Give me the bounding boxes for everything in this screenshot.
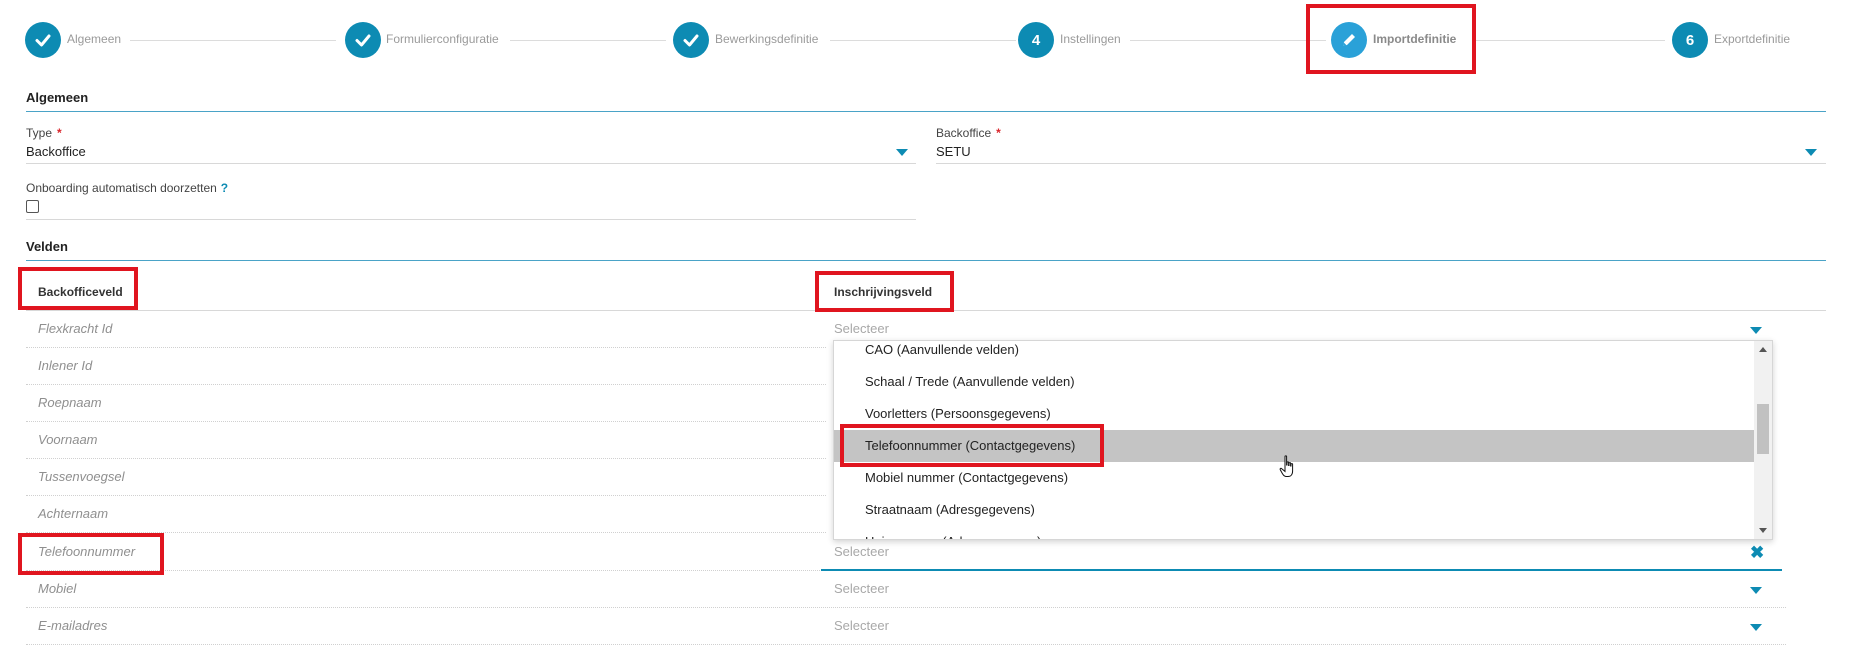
active-select-underline [821, 569, 1782, 571]
step-2-label[interactable]: Formulierconfiguratie [386, 32, 499, 46]
mapping-select-placeholder[interactable]: Selecteer [834, 581, 889, 596]
dropdown-scrollbar[interactable] [1754, 341, 1772, 539]
onboarding-underline [26, 219, 916, 220]
backoffice-select-value[interactable]: SETU [936, 144, 971, 159]
onboarding-checkbox[interactable] [26, 200, 39, 213]
row-divider [26, 644, 1786, 645]
table-row-label: Tussenvoegsel [38, 469, 125, 484]
annotation-box-importdefinitie [1306, 4, 1476, 74]
scroll-down-icon[interactable] [1759, 528, 1767, 533]
backoffice-label-text: Backoffice [936, 126, 992, 140]
table-row-label: Voornaam [38, 432, 98, 447]
mapping-dropdown-caret-icon[interactable] [1750, 624, 1762, 631]
mapping-select-placeholder[interactable]: Selecteer [834, 544, 889, 559]
step-1-label[interactable]: Algemeen [67, 32, 121, 46]
step-4-number: 4 [1031, 31, 1041, 49]
table-row-label: Flexkracht Id [38, 321, 113, 336]
dropdown-option[interactable]: Huisnummer (Adresgegevens) [834, 526, 1754, 539]
required-mark: * [996, 126, 1001, 140]
step-6[interactable]: 6 [1672, 22, 1708, 58]
mapping-dropdown-caret-icon[interactable] [1750, 327, 1762, 334]
scroll-up-icon[interactable] [1759, 347, 1767, 352]
required-mark: * [57, 126, 62, 140]
backoffice-dropdown-caret-icon[interactable] [1805, 149, 1817, 156]
step-connector [1475, 40, 1665, 41]
row-divider [26, 384, 826, 385]
type-dropdown-caret-icon[interactable] [896, 149, 908, 156]
section-divider [26, 111, 1826, 112]
annotation-box-telefoonnummer-row [18, 533, 164, 575]
table-row-label: Mobiel [38, 581, 77, 596]
table-row-label: Inlener Id [38, 358, 93, 373]
type-label: Type * [26, 126, 62, 140]
scrollbar-thumb[interactable] [1757, 404, 1769, 454]
section-title-general: Algemeen [26, 90, 89, 105]
step-2-done[interactable] [345, 22, 381, 58]
clear-selection-icon[interactable]: ✖ [1750, 544, 1764, 561]
step-connector [830, 40, 1016, 41]
section-title-fields: Velden [26, 239, 68, 254]
step-4-label[interactable]: Instellingen [1060, 32, 1121, 46]
section-divider [26, 260, 1826, 261]
annotation-box-inschrijvingsveld [815, 271, 954, 312]
step-6-number: 6 [1685, 31, 1695, 49]
mapping-select-placeholder[interactable]: Selecteer [834, 321, 889, 336]
help-icon[interactable]: ? [221, 181, 228, 195]
step-3-label[interactable]: Bewerkingsdefinitie [715, 32, 818, 46]
checkmark-icon [35, 34, 51, 47]
backoffice-select-underline [936, 163, 1826, 164]
mapping-dropdown-caret-icon[interactable] [1750, 587, 1762, 594]
onboarding-label-text: Onboarding automatisch doorzetten [26, 181, 217, 195]
step-connector [1130, 40, 1326, 41]
backoffice-label: Backoffice * [936, 126, 1001, 140]
checkmark-icon [355, 34, 371, 47]
type-select-value[interactable]: Backoffice [26, 144, 86, 159]
row-divider [26, 421, 826, 422]
mapping-select-placeholder[interactable]: Selecteer [834, 618, 889, 633]
table-row-label: Roepnaam [38, 395, 102, 410]
row-divider [26, 347, 826, 348]
row-divider [26, 458, 826, 459]
hand-cursor-icon [1279, 455, 1294, 477]
dropdown-option[interactable]: Schaal / Trede (Aanvullende velden) [834, 366, 1754, 398]
step-3-done[interactable] [673, 22, 709, 58]
annotation-box-backofficeveld [18, 267, 138, 310]
checkmark-icon [683, 34, 699, 47]
step-1-done[interactable] [25, 22, 61, 58]
dropdown-option[interactable]: Straatnaam (Adresgegevens) [834, 494, 1754, 526]
type-label-text: Type [26, 126, 53, 140]
step-4[interactable]: 4 [1018, 22, 1054, 58]
step-6-label[interactable]: Exportdefinitie [1714, 32, 1790, 46]
row-divider [26, 495, 826, 496]
onboarding-label: Onboarding automatisch doorzetten? [26, 181, 228, 195]
row-divider [26, 607, 1786, 608]
dropdown-option[interactable]: CAO (Aanvullende velden) [834, 341, 1754, 366]
step-connector [510, 40, 666, 41]
table-row-label: Achternaam [38, 506, 109, 521]
annotation-box-telefoonnummer-option [840, 424, 1104, 467]
type-select-underline [26, 163, 916, 164]
table-row-label: E-mailadres [38, 618, 108, 633]
step-connector [130, 40, 336, 41]
